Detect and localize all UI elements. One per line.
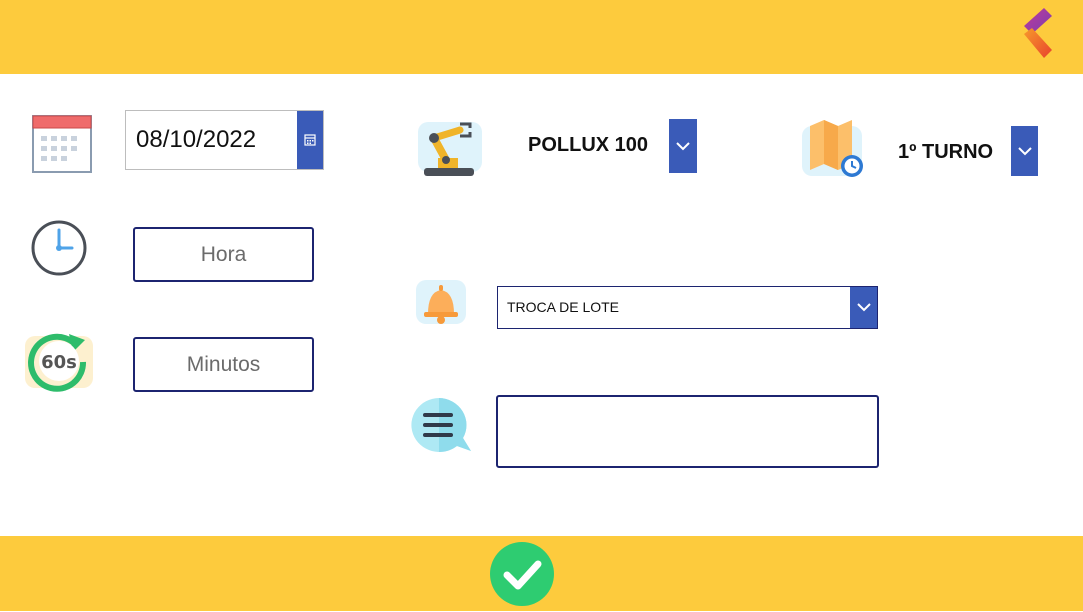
back-chevron-icon[interactable] [1018,6,1056,62]
robot-arm-icon [416,114,484,180]
minutes-input[interactable]: Minutos [133,337,314,392]
checkmark-icon [490,542,554,606]
event-dropdown-button[interactable] [850,287,877,328]
confirm-button[interactable] [489,541,555,607]
date-value[interactable]: 08/10/2022 [136,111,256,169]
comment-textarea[interactable] [496,395,879,468]
chevron-down-icon [1017,146,1032,155]
event-dropdown[interactable]: TROCA DE LOTE [497,286,878,329]
machine-dropdown-button[interactable] [669,119,697,173]
map-clock-icon [800,116,866,180]
calendar-icon [31,114,93,174]
clock-icon [30,219,88,277]
shift-dropdown-button[interactable] [1011,126,1038,176]
bell-icon [414,276,468,330]
timer-60s-icon: 60s [25,330,93,392]
event-selected: TROCA DE LOTE [507,299,620,315]
hour-placeholder: Hora [200,242,247,266]
comment-bubble-icon [409,396,473,456]
shift-selected[interactable]: 1º TURNO [898,141,993,164]
chevron-down-icon [676,141,690,150]
calendar-picker-icon [304,134,316,146]
hour-input[interactable]: Hora [133,227,314,282]
chevron-down-icon [856,303,871,312]
date-picker[interactable]: 08/10/2022 [125,110,324,170]
svg-text:60s: 60s [41,352,77,373]
machine-selected[interactable]: POLLUX 100 [528,134,648,157]
top-bar [0,0,1083,74]
calendar-picker-button[interactable] [297,111,323,169]
minutes-placeholder: Minutos [186,352,261,376]
